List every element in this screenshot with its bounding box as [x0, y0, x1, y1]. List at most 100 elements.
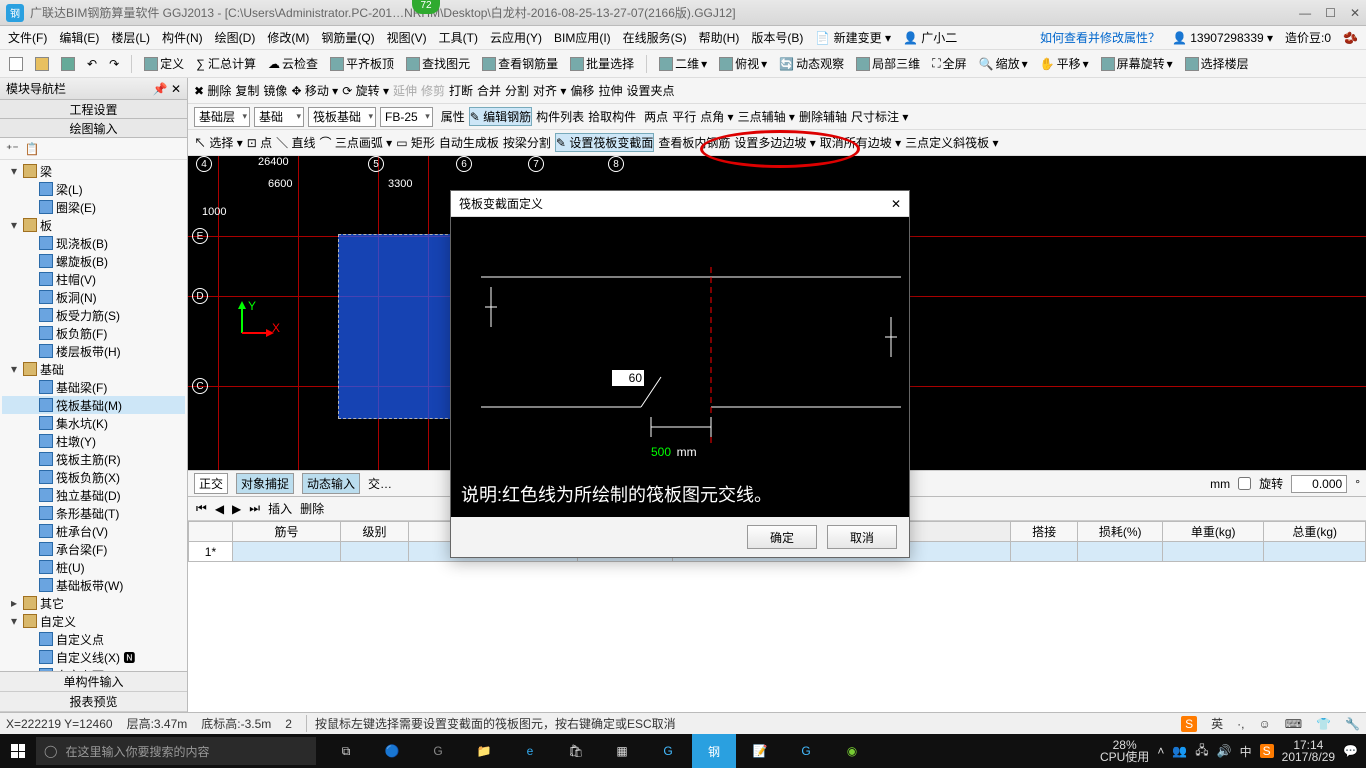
- top-view-button[interactable]: 俯视 ▾: [716, 53, 770, 74]
- orbit-button[interactable]: 🔄 动态观察: [776, 53, 847, 74]
- grid-next-icon[interactable]: ▶: [232, 502, 241, 516]
- find-element-button[interactable]: 查找图元: [403, 53, 473, 74]
- three-point-axis-button[interactable]: 三点辅轴 ▾: [738, 108, 795, 125]
- dialog-ok-button[interactable]: 确定: [747, 525, 817, 549]
- menu-edit[interactable]: 编辑(E): [59, 29, 99, 46]
- grid-first-icon[interactable]: ⏮: [196, 501, 207, 516]
- tray-network-icon[interactable]: 🖧: [1195, 741, 1208, 762]
- sidebar-close-icon[interactable]: ✕: [171, 82, 181, 96]
- single-input-tab[interactable]: 单构件输入: [0, 672, 187, 692]
- col-total-weight[interactable]: 总重(kg): [1264, 522, 1366, 542]
- tree-node[interactable]: 桩(U): [2, 558, 185, 576]
- rotate-checkbox[interactable]: [1238, 477, 1251, 490]
- ime-settings-icon[interactable]: 🔧: [1345, 717, 1360, 731]
- fullscreen-button[interactable]: ⛶ 全屏: [929, 53, 969, 74]
- tree-node[interactable]: 板洞(N): [2, 288, 185, 306]
- category-combo[interactable]: 基础: [254, 107, 304, 127]
- cancel-slope-button[interactable]: 取消所有边坡 ▾: [820, 134, 901, 151]
- align-button[interactable]: 对齐 ▾: [533, 82, 566, 99]
- ime-lang[interactable]: 英: [1211, 715, 1223, 732]
- pan-button[interactable]: ✋ 平移 ▾: [1037, 53, 1092, 74]
- app-icon-5[interactable]: 钢: [692, 734, 736, 768]
- notification-badge[interactable]: 72: [412, 0, 440, 14]
- tree-node[interactable]: 圈梁(E): [2, 198, 185, 216]
- tree-node[interactable]: 螺旋板(B): [2, 252, 185, 270]
- app-icon-6[interactable]: 📝: [738, 734, 782, 768]
- sum-button[interactable]: ∑ 汇总计算: [193, 53, 259, 74]
- help-link[interactable]: 如何查看并修改属性？: [1040, 29, 1160, 46]
- store-icon[interactable]: 🛍: [554, 734, 598, 768]
- zoom-button[interactable]: 🔍 缩放 ▾: [976, 53, 1031, 74]
- rotate-button[interactable]: ⟳ 旋转 ▾: [342, 82, 389, 99]
- ime-keyboard-icon[interactable]: ⌨: [1285, 717, 1302, 731]
- pick-component-button[interactable]: 拾取构件: [588, 108, 636, 125]
- menu-component[interactable]: 构件(N): [162, 29, 203, 46]
- menu-version[interactable]: 版本号(B): [751, 29, 803, 46]
- parallel-button[interactable]: 平行: [672, 108, 696, 125]
- tree-node[interactable]: 桩承台(V): [2, 522, 185, 540]
- start-button[interactable]: [0, 734, 36, 768]
- tree-node[interactable]: 条形基础(T): [2, 504, 185, 522]
- rect-button[interactable]: ▭ 矩形: [396, 134, 435, 151]
- windows-taskbar[interactable]: ◯ 在这里输入你要搜索的内容 ⧉ 🔵 G 📁 e 🛍 ▦ G 钢 📝 G ◉ 2…: [0, 734, 1366, 768]
- tree-node[interactable]: 柱墩(Y): [2, 432, 185, 450]
- align-top-button[interactable]: 平齐板顶: [327, 53, 397, 74]
- tree-node[interactable]: 自定义线(X) 🅽: [2, 648, 185, 666]
- tree-node[interactable]: 筏板负筋(X): [2, 468, 185, 486]
- tree-node[interactable]: ▾基础: [2, 360, 185, 378]
- menu-modify[interactable]: 修改(M): [267, 29, 309, 46]
- menu-file[interactable]: 文件(F): [8, 29, 47, 46]
- col-loss[interactable]: 损耗(%): [1078, 522, 1163, 542]
- component-list-button[interactable]: 构件列表: [536, 108, 584, 125]
- mirror-button[interactable]: 镜像: [263, 82, 287, 99]
- menu-floor[interactable]: 楼层(L): [111, 29, 150, 46]
- menu-tools[interactable]: 工具(T): [439, 29, 478, 46]
- close-button[interactable]: ✕: [1350, 6, 1360, 20]
- line-button[interactable]: ＼ 直线: [276, 134, 315, 151]
- redo-icon[interactable]: ↷: [106, 55, 122, 73]
- 2d-button[interactable]: 二维 ▾: [656, 53, 710, 74]
- tree-node[interactable]: ▸其它: [2, 594, 185, 612]
- sidebar-pin-icon[interactable]: 📌: [153, 82, 168, 96]
- point-angle-button[interactable]: 点角 ▾: [700, 108, 733, 125]
- grid-prev-icon[interactable]: ◀: [215, 502, 224, 516]
- tree-node[interactable]: 板负筋(F): [2, 324, 185, 342]
- menu-draw[interactable]: 绘图(D): [215, 29, 256, 46]
- var-section-button[interactable]: ✎ 设置筏板变截面: [555, 133, 654, 152]
- app-icon-7[interactable]: G: [784, 734, 828, 768]
- ime-punct-icon[interactable]: ·,: [1237, 717, 1244, 731]
- task-view-icon[interactable]: ⧉: [324, 734, 368, 768]
- grid-delete-button[interactable]: 删除: [300, 500, 324, 517]
- save-icon[interactable]: [58, 55, 78, 73]
- trim-button[interactable]: 修剪: [421, 82, 445, 99]
- tree-node[interactable]: 梁(L): [2, 180, 185, 198]
- move-button[interactable]: ✥ 移动 ▾: [291, 82, 338, 99]
- dimension-button[interactable]: 尺寸标注 ▾: [851, 108, 908, 125]
- system-tray[interactable]: 28%CPU使用 ˄ 👥 🖧 🔊 中 S 17:142017/8/29 💬: [1092, 739, 1366, 763]
- dialog-canvas[interactable]: 500 mm 说明:红色线为所绘制的筏板图元交线。: [451, 217, 909, 517]
- tree-node[interactable]: 楼层板带(H): [2, 342, 185, 360]
- tree-node[interactable]: 基础梁(F): [2, 378, 185, 396]
- split-by-beam-button[interactable]: 按梁分割: [503, 134, 551, 151]
- tree-node[interactable]: 承台梁(F): [2, 540, 185, 558]
- grid-last-icon[interactable]: ⏭: [249, 501, 260, 516]
- undo-icon[interactable]: ↶: [84, 55, 100, 73]
- tray-clock[interactable]: 17:142017/8/29: [1282, 739, 1335, 763]
- menu-view[interactable]: 视图(V): [387, 29, 427, 46]
- col-jinhao[interactable]: 筋号: [232, 522, 340, 542]
- tree-node[interactable]: 筏板主筋(R): [2, 450, 185, 468]
- tree-node[interactable]: 现浇板(B): [2, 234, 185, 252]
- menu-cloud[interactable]: 云应用(Y): [490, 29, 542, 46]
- taskbar-search[interactable]: ◯ 在这里输入你要搜索的内容: [36, 737, 316, 765]
- tree-node[interactable]: ▾梁: [2, 162, 185, 180]
- app-icon-1[interactable]: 🔵: [370, 734, 414, 768]
- sidebar-tab-project[interactable]: 工程设置: [0, 99, 187, 119]
- copy-button[interactable]: 复制: [235, 82, 259, 99]
- ortho-toggle[interactable]: 正交: [194, 473, 228, 494]
- ime-emoji-icon[interactable]: ☺: [1259, 717, 1271, 731]
- tree-node[interactable]: 独立基础(D): [2, 486, 185, 504]
- local-3d-button[interactable]: 局部三维: [853, 53, 923, 74]
- extend-button[interactable]: 延伸: [393, 82, 417, 99]
- new-file-icon[interactable]: [6, 55, 26, 73]
- edge-icon[interactable]: e: [508, 734, 552, 768]
